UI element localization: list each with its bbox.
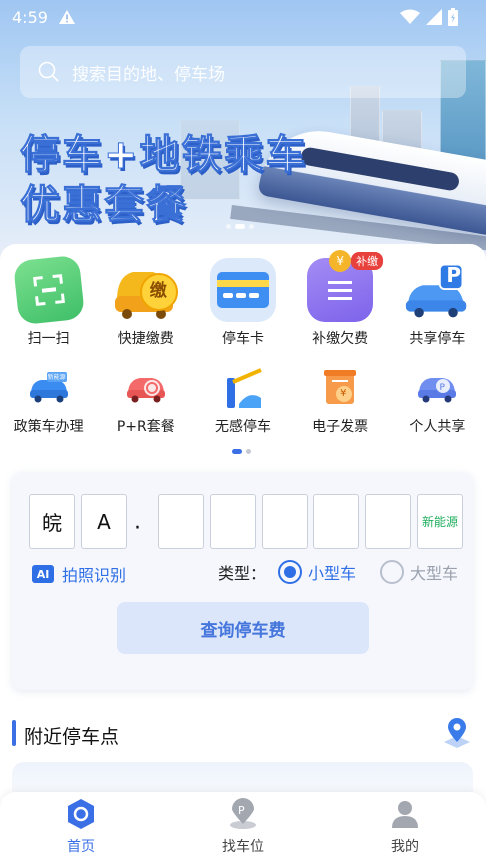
- plate-new-energy-box[interactable]: 新能源: [417, 494, 463, 549]
- cell-signal-icon: [426, 9, 442, 25]
- services-row-2: 新能源 政策车办理 P+R套餐 无感停车 ¥ 电子发票 P 个人共享: [0, 368, 486, 438]
- large-car-label[interactable]: 大型车: [410, 560, 458, 584]
- scan-icon: [12, 254, 85, 326]
- arrears-icon: ¥ 补缴: [307, 250, 384, 322]
- services-row-1: 扫一扫 缴 快捷缴费 停车卡 ¥ 补缴 补缴欠费 P 共享停车: [0, 250, 486, 354]
- service-label: 个人共享: [409, 419, 466, 435]
- banner-title: 停车+地铁乘车 优惠套餐: [20, 130, 308, 230]
- map-location-icon[interactable]: [440, 716, 474, 750]
- small-car-radio[interactable]: [278, 560, 303, 584]
- service-quick-pay[interactable]: 缴 快捷缴费: [97, 258, 194, 354]
- hero-banner[interactable]: 停车+地铁乘车 优惠套餐: [0, 0, 486, 262]
- plate-char-box[interactable]: [313, 494, 359, 549]
- e-invoice-icon: ¥: [320, 368, 360, 408]
- nav-find-parking[interactable]: P 找车位: [162, 792, 324, 864]
- shared-parking-icon: P: [404, 258, 470, 322]
- photo-recognition-label: 拍照识别: [62, 566, 127, 585]
- banner-title-line1: 停车+地铁乘车: [20, 132, 308, 179]
- page-dot-active: [232, 449, 242, 454]
- nav-label: 找车位: [222, 839, 264, 855]
- svg-text:P: P: [440, 383, 446, 393]
- parking-card-icon: [209, 258, 276, 322]
- banner-dot-active: [235, 224, 245, 229]
- service-label: 政策车办理: [13, 419, 84, 435]
- plate-char-box[interactable]: [365, 494, 411, 549]
- invoice-coin-glyph: ¥: [340, 388, 347, 399]
- plate-province-box[interactable]: 皖: [29, 494, 75, 549]
- small-car-label[interactable]: 小型车: [308, 560, 356, 584]
- vehicle-type-selector: 类型： 小型车 大型车: [218, 560, 458, 584]
- seamless-parking-icon: [223, 368, 263, 408]
- service-label: 补缴欠费: [312, 331, 369, 347]
- nav-label: 首页: [67, 839, 95, 855]
- wifi-icon: [400, 9, 420, 24]
- p-r-package-icon: [126, 368, 166, 408]
- service-label: 扫一扫: [27, 331, 70, 347]
- service-label: 快捷缴费: [117, 331, 174, 347]
- service-e-invoice[interactable]: ¥ 电子发票: [292, 368, 389, 438]
- arrears-badge: 补缴: [351, 252, 384, 270]
- plate-letter-box[interactable]: A: [81, 494, 127, 549]
- find-parking-icon: P: [230, 798, 256, 829]
- plate-char-box[interactable]: [262, 494, 308, 549]
- new-energy-label: 新能源: [421, 515, 458, 529]
- plate-char-box[interactable]: [210, 494, 256, 549]
- profile-icon: [392, 801, 418, 828]
- personal-share-icon: P: [417, 368, 457, 408]
- section-accent-bar: [12, 720, 16, 746]
- parking-p-glyph: P: [446, 263, 462, 287]
- service-policy-car[interactable]: 新能源 政策车办理: [0, 368, 97, 438]
- search-bar[interactable]: 搜索目的地、停车场: [20, 46, 466, 98]
- page-dot: [246, 449, 251, 454]
- status-time: 4:59: [12, 7, 48, 27]
- banner-dot: [226, 224, 231, 229]
- photo-recognition-button[interactable]: AI 拍照识别: [32, 562, 126, 586]
- banner-pagination: [226, 224, 254, 229]
- service-label: 无感停车: [214, 419, 271, 435]
- service-shared-parking[interactable]: P 共享停车: [389, 258, 486, 354]
- search-icon: [38, 61, 59, 82]
- plate-char-box[interactable]: [158, 494, 204, 549]
- search-placeholder: 搜索目的地、停车场: [72, 64, 225, 85]
- quick-pay-icon: 缴: [113, 258, 179, 322]
- service-label: P+R套餐: [116, 419, 175, 435]
- service-label: 共享停车: [409, 331, 466, 347]
- home-icon: [68, 799, 94, 829]
- svg-text:P: P: [238, 804, 245, 817]
- service-label: 电子发票: [312, 419, 369, 435]
- service-parking-card[interactable]: 停车卡: [194, 258, 291, 354]
- nav-label: 我的: [391, 839, 419, 855]
- parking-fee-query-card: 皖 A · 新能源 AI 拍照识别 类型： 小型车 大型车 查询停车费: [12, 472, 473, 690]
- service-label: 停车卡: [221, 331, 264, 347]
- banner-title-line2: 优惠套餐: [20, 182, 188, 229]
- bottom-navigation: 首页 P 找车位 我的: [0, 792, 486, 864]
- banner-dot: [249, 224, 254, 229]
- services-pagination: [232, 449, 251, 454]
- policy-car-tag: 新能源: [47, 374, 66, 381]
- vehicle-type-label: 类型：: [218, 564, 267, 583]
- service-seamless-parking[interactable]: 无感停车: [194, 368, 291, 438]
- plate-separator: ·: [134, 516, 141, 541]
- coin-icon: ¥: [329, 250, 352, 272]
- nav-profile[interactable]: 我的: [324, 792, 486, 864]
- service-p-r-package[interactable]: P+R套餐: [97, 368, 194, 438]
- service-arrears[interactable]: ¥ 补缴 补缴欠费: [292, 250, 389, 354]
- status-bar: 4:59: [0, 0, 486, 34]
- quick-pay-char: 缴: [149, 281, 167, 301]
- battery-icon: [448, 8, 458, 26]
- service-personal-share[interactable]: P 个人共享: [389, 368, 486, 438]
- nav-home[interactable]: 首页: [0, 792, 162, 864]
- query-parking-fee-button[interactable]: 查询停车费: [117, 602, 369, 654]
- ai-icon: AI: [32, 565, 54, 583]
- large-car-radio[interactable]: [380, 560, 405, 584]
- warning-icon: [58, 10, 75, 24]
- service-scan[interactable]: 扫一扫: [0, 254, 97, 354]
- nearby-parking-title: 附近停车点: [24, 726, 120, 748]
- policy-car-icon: 新能源: [29, 368, 69, 408]
